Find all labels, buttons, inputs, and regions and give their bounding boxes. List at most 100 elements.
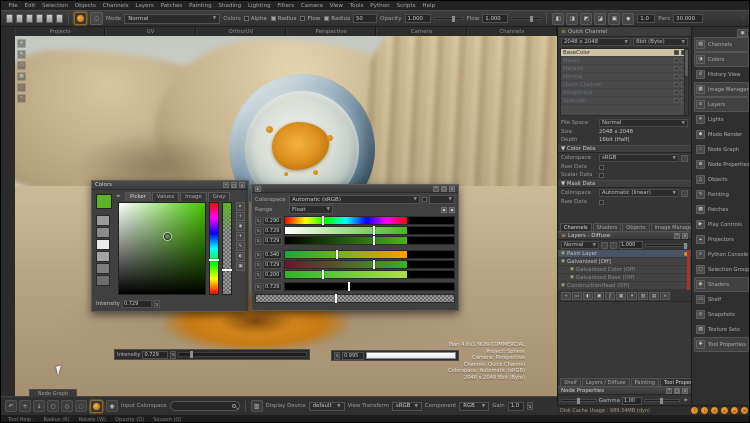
menu-item[interactable]: Tools xyxy=(346,3,367,9)
intensity-field[interactable]: 0.729 xyxy=(122,300,152,308)
tab-scroll-arrows[interactable]: ◂▸ xyxy=(116,194,121,199)
channel-value-field[interactable]: 0.340 xyxy=(263,251,282,259)
colorspace-select[interactable]: sRGB▼ xyxy=(599,154,679,162)
node-properties-header[interactable]: Node Properties ^ □ × xyxy=(558,386,691,395)
flatten-icon[interactable]: ▤ xyxy=(649,292,659,300)
Roughness[interactable]: Roughness xyxy=(561,89,688,97)
gamma-field[interactable]: 1.00 xyxy=(622,397,642,405)
range-select[interactable]: Float▼ xyxy=(289,205,333,214)
pencil-icon[interactable]: ✎ xyxy=(236,242,245,251)
channel-depth-select[interactable]: 8bit (Byte)▼ xyxy=(633,38,688,46)
home-icon[interactable]: ⌂ xyxy=(731,407,738,414)
add-mask-icon[interactable]: ▦ xyxy=(616,292,626,300)
flow-slider[interactable] xyxy=(511,17,541,20)
menu-icon[interactable]: ▸ xyxy=(255,186,261,192)
Galvanized Base (Off)[interactable]: ◉ Galvanized Base (Off) xyxy=(558,274,691,282)
channel-value-field[interactable]: 0.729 xyxy=(263,227,282,235)
channel-value-field[interactable]: 0.729 xyxy=(263,237,282,245)
menu-item[interactable]: Help xyxy=(419,3,439,9)
channel-slider[interactable] xyxy=(284,270,455,279)
menu-item[interactable]: Channels xyxy=(99,3,132,9)
node-graph-tab[interactable]: Node Graph xyxy=(29,389,77,397)
channel-value-field[interactable]: 0.200 xyxy=(263,271,282,279)
intensity-field[interactable]: 0.729 xyxy=(142,351,168,359)
basic-shading-icon[interactable]: ◨ xyxy=(566,13,578,25)
colors-dialog-tab[interactable]: Image xyxy=(180,192,207,201)
float-panel-icon[interactable]: ^ xyxy=(666,388,672,394)
cache-toggle-icon[interactable] xyxy=(674,74,679,79)
channel-slider[interactable] xyxy=(284,236,455,245)
sidebar-item-selection-groups[interactable]: ▢ Selection Groups xyxy=(694,262,749,277)
alpha-value-field[interactable]: 0.729 xyxy=(263,283,282,291)
sidebar-item-node-properties[interactable]: ⊞ Node Properties xyxy=(694,157,749,172)
move-tool-icon[interactable]: + xyxy=(17,39,26,48)
palette-swatch[interactable] xyxy=(96,263,110,274)
sidebar-item-objects[interactable]: △ Objects xyxy=(694,172,749,187)
dropdown-icon[interactable]: ▾ xyxy=(236,232,245,241)
palette-swatch[interactable] xyxy=(96,227,110,238)
layers-menu-icon[interactable]: ≡ xyxy=(561,232,566,239)
channel-size-select[interactable]: 2048 x 2048▼ xyxy=(561,38,631,46)
paint-brush-button[interactable] xyxy=(74,12,87,25)
Specular[interactable]: Specular xyxy=(561,97,688,105)
channel-value-field[interactable]: 0.290 xyxy=(263,217,282,225)
sidebar-item-python-console[interactable]: » Python Console xyxy=(694,247,749,262)
palette-grid-icon[interactable]: ▣ xyxy=(737,29,748,37)
viewport-tab[interactable]: Channels xyxy=(467,27,557,36)
stepper-icon[interactable]: ⇅ xyxy=(170,351,176,359)
float-panel-icon[interactable]: ^ xyxy=(223,182,229,188)
layers-scrollbar[interactable] xyxy=(687,250,690,290)
dock-tab[interactable]: Painting xyxy=(631,378,659,386)
lasso-icon[interactable]: ◌ xyxy=(75,400,87,412)
mask-colorspace-select[interactable]: Automatic (linear)▼ xyxy=(599,189,679,197)
import-icon[interactable] xyxy=(36,14,43,23)
sidebar-item-texture-sets[interactable]: ▨ Texture Sets xyxy=(694,322,749,337)
close-icon[interactable]: × xyxy=(449,186,455,192)
eyedropper-icon[interactable]: ◉ xyxy=(236,222,245,231)
toolbar-toggle[interactable]: Flow xyxy=(300,16,320,22)
palette-tab[interactable]: Objects xyxy=(622,223,649,231)
channel-slider[interactable] xyxy=(284,226,455,235)
component-select[interactable]: RGB▼ xyxy=(459,402,489,411)
slider-handle[interactable] xyxy=(322,216,324,225)
palette-tab[interactable]: Channels xyxy=(560,223,592,231)
Galvanized [Off][interactable]: ◉ Galvanized [Off] xyxy=(558,258,691,266)
channel-list-scrollbar[interactable] xyxy=(684,49,688,115)
saturation-value-picker[interactable] xyxy=(118,202,206,295)
palette-swatch[interactable] xyxy=(96,251,110,262)
slider-handle[interactable] xyxy=(348,282,350,291)
menu-item[interactable]: View xyxy=(326,3,346,9)
new-project-icon[interactable] xyxy=(6,14,13,23)
select-icon[interactable]: ◇ xyxy=(61,400,73,412)
sidebar-item-play-controls[interactable]: ▶ Play Controls xyxy=(694,217,749,232)
clone-tool-icon[interactable]: ▦ xyxy=(17,72,26,81)
eraser-tool-icon[interactable]: ▭ xyxy=(17,61,26,70)
lock-icon[interactable] xyxy=(681,155,688,162)
close-icon[interactable]: × xyxy=(682,233,688,239)
sidebar-item-snapshots[interactable]: ◎ Snapshots xyxy=(694,307,749,322)
cache-toggle-icon[interactable] xyxy=(674,98,679,103)
alpha-gradient-bar[interactable] xyxy=(255,294,455,303)
toolbar-overflow-icon[interactable]: ⋮ xyxy=(740,15,746,22)
view-transform-select[interactable]: sRGB▼ xyxy=(392,402,422,411)
intensity-slider[interactable] xyxy=(178,352,307,357)
viewport-tab[interactable]: Ortho/UV xyxy=(196,27,286,36)
current-color-swatch[interactable] xyxy=(96,194,112,209)
sidebar-item-modo-render[interactable]: ◆ Modo Render xyxy=(694,127,749,142)
add-group-icon[interactable]: ▭ xyxy=(572,292,582,300)
menu-item[interactable]: Camera xyxy=(298,3,327,9)
add-filter-icon[interactable]: ƒ xyxy=(605,292,615,300)
info-icon[interactable]: i xyxy=(701,407,708,414)
colors-dialog-tab[interactable]: Gray xyxy=(208,192,231,201)
mask-data-section[interactable]: ▼ Mask Data xyxy=(558,180,691,188)
menu-item[interactable]: Edit xyxy=(21,3,39,9)
menu-item[interactable]: Patches xyxy=(157,3,186,9)
stepper-icon[interactable]: ⇅ xyxy=(154,300,160,308)
sidebar-item-painting[interactable]: ✎ Painting xyxy=(694,187,749,202)
alpha-white-bar[interactable] xyxy=(366,352,456,359)
float-panel-icon[interactable]: ^ xyxy=(433,186,439,192)
slider-handle[interactable] xyxy=(335,294,337,303)
channel-slider[interactable] xyxy=(284,260,455,269)
fov-field[interactable]: 30.000 xyxy=(673,14,703,23)
cache-toggle-icon[interactable] xyxy=(674,66,679,71)
